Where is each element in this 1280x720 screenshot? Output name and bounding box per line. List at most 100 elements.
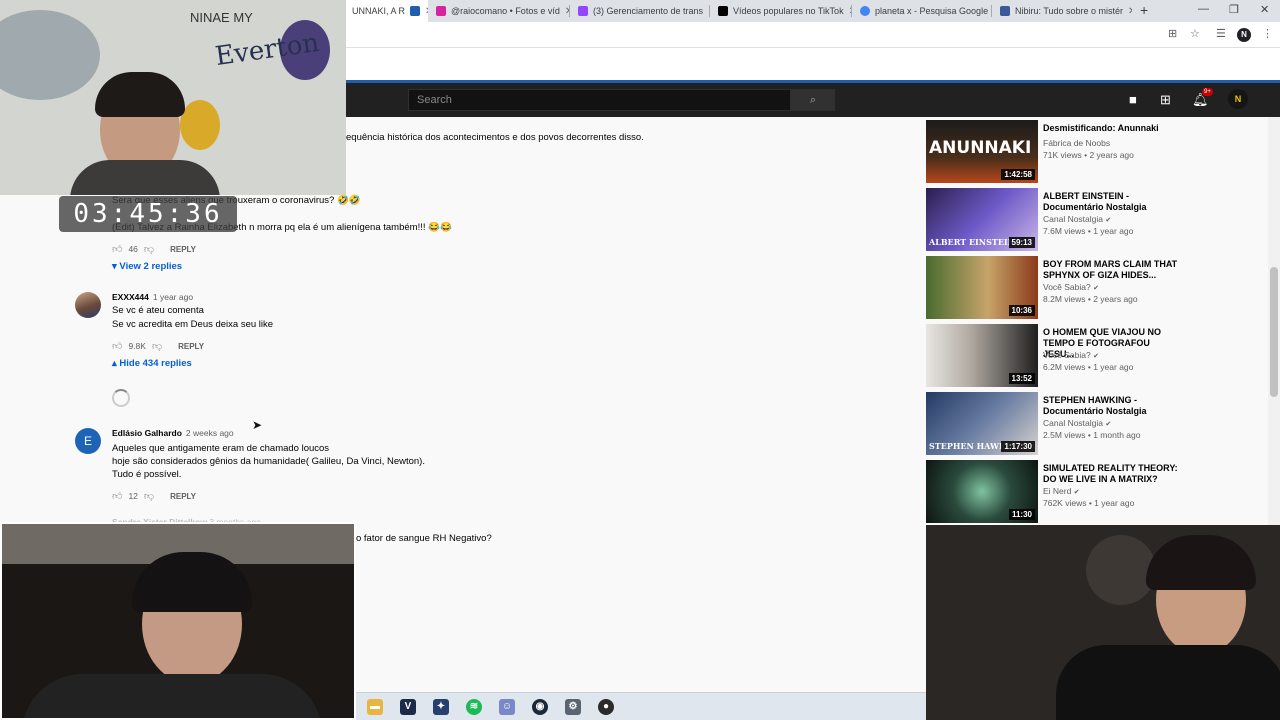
comment-time[interactable]: 1 year ago xyxy=(153,292,193,302)
minimize-button[interactable]: — xyxy=(1198,3,1209,15)
channel-name[interactable]: Ei Nerd ✔ xyxy=(1043,486,1080,496)
video-thumbnail[interactable]: 11:30 xyxy=(926,460,1038,523)
reading-list-icon[interactable]: ☰ xyxy=(1216,27,1226,40)
video-duration: 10:36 xyxy=(1008,305,1035,316)
comment-time[interactable]: 2 weeks ago xyxy=(186,428,234,438)
recommended-video[interactable]: STEPHEN HAWKIN 1:17:30 STEPHEN HAWKING -… xyxy=(926,392,1280,456)
recommended-video[interactable]: 10:36 BOY FROM MARS CLAIM THAT SPHYNX OF… xyxy=(926,256,1280,320)
video-thumbnail[interactable]: 10:36 xyxy=(926,256,1038,319)
tab-title: UNNAKI, A R xyxy=(352,6,406,16)
video-thumbnail[interactable]: STEPHEN HAWKIN 1:17:30 xyxy=(926,392,1038,455)
hide-replies-button[interactable]: ▴ Hide 434 replies xyxy=(112,358,192,369)
tab-title: @raiocomano • Fotos e víd xyxy=(451,6,560,16)
tab-title: Nibiru: Tudo sobre o mistér xyxy=(1015,6,1124,16)
youtube-icon xyxy=(410,6,421,16)
scrollbar-thumb[interactable] xyxy=(1270,267,1278,397)
like-icon[interactable]: 👍︎ xyxy=(112,340,122,352)
comment-text: Aqueles que antigamente eram de chamado … xyxy=(112,443,330,454)
dislike-icon[interactable]: 👎︎ xyxy=(152,340,162,352)
avatar[interactable]: E xyxy=(75,428,101,454)
youtube-masthead: Search ⌕ ■ ⊞ 🔔︎ 9+ N xyxy=(346,80,1280,117)
video-meta: 71K views • 2 years ago xyxy=(1043,150,1134,160)
tab-title: Vídeos populares no TikTok xyxy=(733,6,844,16)
new-tab-button[interactable]: + xyxy=(1140,2,1148,18)
recommended-video[interactable]: 11:30 SIMULATED REALITY THEORY: DO WE LI… xyxy=(926,460,1280,524)
tab-instagram[interactable]: @raiocomano • Fotos e víd ✕ xyxy=(430,0,570,22)
dislike-icon[interactable]: 👎︎ xyxy=(144,243,154,255)
thumbnail-text: ALBERT EINSTEIN xyxy=(929,237,1015,247)
folder-icon[interactable]: ▬ xyxy=(367,699,383,715)
recommendations-sidebar: ANUNNAKI 1:42:58 Desmistificando: Anunna… xyxy=(926,117,1280,527)
video-thumbnail[interactable]: ANUNNAKI 1:42:58 xyxy=(926,120,1038,183)
window-close-button[interactable]: ✕ xyxy=(1260,3,1269,16)
channel-name[interactable]: Canal Nostalgia ✔ xyxy=(1043,214,1111,224)
replies-toggle-label: View 2 replies xyxy=(119,261,183,272)
page-scrollbar[interactable] xyxy=(1268,117,1280,527)
account-avatar[interactable]: N xyxy=(1228,89,1248,109)
channel-name[interactable]: Canal Nostalgia ✔ xyxy=(1043,418,1111,428)
windows-taskbar: ▬ V ✦ ≋ ☺ ◉ ⚙ ● xyxy=(355,692,933,720)
channel-name[interactable]: Fábrica de Noobs xyxy=(1043,138,1110,148)
loading-spinner xyxy=(112,389,130,407)
translate-icon[interactable]: ⊞ xyxy=(1168,27,1177,40)
close-icon[interactable]: ✕ xyxy=(425,6,428,17)
reply-button[interactable]: REPLY xyxy=(178,342,204,351)
reply-button[interactable]: REPLY xyxy=(170,245,196,254)
apps-grid-icon[interactable]: ⊞ xyxy=(1160,92,1171,108)
browser-profile-avatar[interactable]: N xyxy=(1237,28,1251,42)
close-icon[interactable]: ✕ xyxy=(1128,6,1132,17)
tab-twitch[interactable]: (3) Gerenciamento de trans ✕ xyxy=(572,0,710,22)
steam-icon[interactable]: ◉ xyxy=(532,699,548,715)
tab-google[interactable]: planeta x - Pesquisa Google ✕ xyxy=(854,0,992,22)
tab-title: (3) Gerenciamento de trans xyxy=(593,6,704,16)
verified-icon: ✔ xyxy=(1093,285,1099,292)
settings-icon[interactable]: ⚙ xyxy=(565,699,581,715)
verified-icon: ✔ xyxy=(1105,421,1112,428)
discord-icon[interactable]: ☺ xyxy=(499,699,515,715)
dislike-icon[interactable]: 👎︎ xyxy=(144,490,154,502)
video-thumbnail[interactable]: 13:52 xyxy=(926,324,1038,387)
video-title[interactable]: STEPHEN HAWKING - Documentário Nostalgia xyxy=(1043,395,1183,417)
notifications-badge: 9+ xyxy=(1202,88,1213,96)
reply-button[interactable]: REPLY xyxy=(170,492,196,501)
mouse-cursor-icon: ➤ xyxy=(252,418,263,432)
video-thumbnail[interactable]: ALBERT EINSTEIN 59:13 xyxy=(926,188,1038,251)
comment-text: hoje são considerados gênios da humanida… xyxy=(112,456,425,467)
comment-text: Se vc acredita em Deus deixa seu like xyxy=(112,319,274,330)
video-title[interactable]: SIMULATED REALITY THEORY: DO WE LIVE IN … xyxy=(1043,463,1183,485)
comment-actions: 👍︎ 12 👎︎ REPLY xyxy=(112,490,196,502)
avatar[interactable] xyxy=(75,292,101,318)
obs-icon[interactable]: ● xyxy=(598,699,614,715)
recommended-video[interactable]: 13:52 O HOMEM QUE VIAJOU NO TEMPO E FOTO… xyxy=(926,324,1280,388)
webcam-overlay-top: Everton NINAE MY xyxy=(0,0,346,195)
video-title[interactable]: Desmistificando: Anunnaki xyxy=(1043,123,1183,134)
like-icon[interactable]: 👍︎ xyxy=(112,243,122,255)
create-video-icon[interactable]: ■ xyxy=(1129,92,1137,107)
comment-author[interactable]: EXXX444 1 year ago xyxy=(112,292,193,302)
tab-tiktok[interactable]: Vídeos populares no TikTok ✕ xyxy=(712,0,852,22)
like-count: 12 xyxy=(128,491,138,501)
channel-name[interactable]: Você Sabia? ✔ xyxy=(1043,350,1099,360)
tab-youtube[interactable]: UNNAKI, A R ✕ xyxy=(346,0,428,22)
twitch-icon xyxy=(578,6,588,16)
google-icon xyxy=(860,6,870,16)
restore-button[interactable]: ❐ xyxy=(1229,3,1239,16)
spotify-icon[interactable]: ≋ xyxy=(466,699,482,715)
video-title[interactable]: ALBERT EINSTEIN - Documentário Nostalgia xyxy=(1043,191,1183,213)
tiktok-icon xyxy=(718,6,728,16)
channel-name[interactable]: Você Sabia? ✔ xyxy=(1043,282,1099,292)
search-button[interactable]: ⌕ xyxy=(791,89,835,111)
bot-app-icon[interactable]: ✦ xyxy=(433,699,449,715)
v-app-icon[interactable]: V xyxy=(400,699,416,715)
search-input[interactable]: Search xyxy=(408,89,791,111)
view-replies-button[interactable]: ▾ View 2 replies xyxy=(112,261,182,272)
tab-nibiru[interactable]: Nibiru: Tudo sobre o mistér ✕ xyxy=(994,0,1132,22)
star-icon[interactable]: ☆ xyxy=(1190,27,1200,40)
menu-icon[interactable]: ⋮ xyxy=(1262,27,1273,40)
wall-text: NINAE MY xyxy=(190,10,253,25)
comment-author[interactable]: Edlásio Galhardo 2 weeks ago xyxy=(112,428,234,438)
like-icon[interactable]: 👍︎ xyxy=(112,490,122,502)
recommended-video[interactable]: ALBERT EINSTEIN 59:13 ALBERT EINSTEIN - … xyxy=(926,188,1280,252)
recommended-video[interactable]: ANUNNAKI 1:42:58 Desmistificando: Anunna… xyxy=(926,120,1280,184)
video-title[interactable]: BOY FROM MARS CLAIM THAT SPHYNX OF GIZA … xyxy=(1043,259,1183,281)
